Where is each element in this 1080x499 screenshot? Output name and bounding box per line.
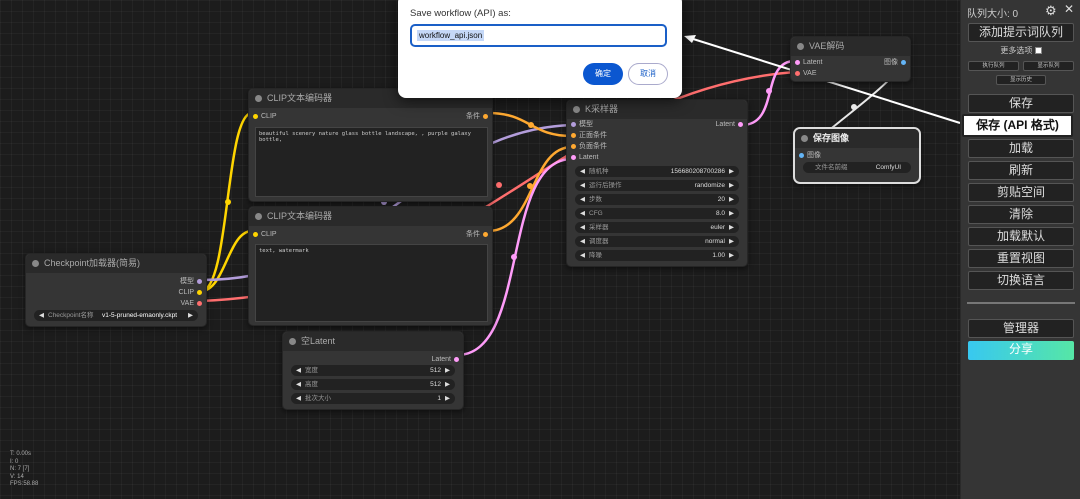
input-negative-pin[interactable] — [571, 144, 576, 149]
gear-icon[interactable]: ⚙ — [1045, 3, 1057, 19]
vae-decode-node[interactable]: VAE解码 Latent 图像 VAE — [790, 36, 911, 82]
input-model-pin[interactable] — [571, 122, 576, 127]
scheduler-widget[interactable]: ◀ 调度器 normal ▶ — [575, 236, 739, 247]
filename-input[interactable]: workflow_api.json — [410, 24, 667, 47]
seed-widget[interactable]: ◀ 随机种 156680208700286 ▶ — [575, 166, 739, 177]
switch-language-button[interactable]: 切换语言 — [968, 271, 1074, 290]
input-positive-pin[interactable] — [571, 133, 576, 138]
width-widget[interactable]: ◀ 宽度 512 ▶ — [291, 365, 455, 376]
clip-text-encode-positive[interactable]: CLIP文本编码器 CLIP 条件 beautiful scenery natu… — [248, 88, 493, 202]
clip-text-encode-negative[interactable]: CLIP文本编码器 CLIP 条件 text, watermark — [248, 206, 493, 326]
ok-button[interactable]: 确定 — [583, 63, 623, 85]
input-latent-pin[interactable] — [795, 60, 800, 65]
view-queue-alt-button[interactable]: 显示队列 — [1023, 61, 1074, 71]
arrow-left-icon[interactable]: ◀ — [39, 310, 44, 321]
history-button[interactable]: 显示历史 — [996, 75, 1046, 85]
empty-latent-node[interactable]: 空Latent Latent ◀ 宽度 512 ▶ ◀ 高度 512 ▶ ◀ 批次大小 1 ▶ — [282, 331, 464, 410]
input-clip-pin[interactable] — [253, 114, 258, 119]
queue-size-label: 队列大小: 0 — [967, 9, 1019, 20]
extra-options-row: 更多选项 — [961, 45, 1080, 56]
node-title: K采样器 — [567, 100, 747, 119]
save-api-button[interactable]: 保存 (API 格式) — [962, 114, 1073, 137]
sampler-widget[interactable]: ◀ 采样器 euler ▶ — [575, 222, 739, 233]
menu-divider — [967, 302, 1075, 304]
output-model-pin[interactable] — [197, 279, 202, 284]
node-title: CLIP文本编码器 — [249, 207, 492, 226]
prompt-textarea[interactable]: beautiful scenery nature glass bottle la… — [255, 127, 488, 197]
output-clip-label: CLIP — [178, 289, 194, 296]
render-stats: T: 0.00s I: 0 N: 7 [7] V: 14 FPS:58.88 — [10, 451, 39, 487]
wire-clip-neg — [200, 229, 253, 293]
comfy-menu: 队列大小: 0 ⚙ ✕ 添加提示词队列 更多选项 执行队列 显示队列 显示历史 … — [960, 0, 1080, 499]
queue-prompt-button[interactable]: 添加提示词队列 — [968, 23, 1074, 42]
output-model-label: 模型 — [180, 278, 194, 285]
clear-button[interactable]: 清除 — [968, 205, 1074, 224]
save-button[interactable]: 保存 — [968, 94, 1074, 113]
output-clip-pin[interactable] — [197, 290, 202, 295]
steps-widget[interactable]: ◀ 步数 20 ▶ — [575, 194, 739, 205]
input-image-pin[interactable] — [799, 153, 804, 158]
arrow-right-icon[interactable]: ▶ — [188, 310, 193, 321]
denoise-widget[interactable]: ◀ 降噪 1.00 ▶ — [575, 250, 739, 261]
prompt-textarea[interactable]: text, watermark — [255, 244, 488, 322]
input-clip-label: CLIP — [261, 113, 277, 120]
refresh-button[interactable]: 刷新 — [968, 161, 1074, 180]
clipspace-button[interactable]: 剪贴空间 — [968, 183, 1074, 202]
manager-button[interactable]: 管理器 — [968, 319, 1074, 338]
input-clip-pin[interactable] — [253, 232, 258, 237]
close-icon[interactable]: ✕ — [1064, 2, 1074, 16]
reset-view-button[interactable]: 重置视图 — [968, 249, 1074, 268]
output-cond-pin[interactable] — [483, 232, 488, 237]
cfg-widget[interactable]: ◀ CFG 8.0 ▶ — [575, 208, 739, 219]
checkpoint-loader-node[interactable]: Checkpoint加载器(简易) 模型 CLIP VAE ◀ Checkpoi… — [25, 253, 207, 327]
filename-prefix-widget[interactable]: 文件名前缀 ComfyUI — [803, 162, 911, 173]
save-image-node[interactable]: 保存图像 图像 文件名前缀 ComfyUI — [793, 127, 921, 184]
load-button[interactable]: 加载 — [968, 139, 1074, 158]
output-latent-pin[interactable] — [738, 122, 743, 127]
output-latent-label: Latent — [431, 356, 451, 363]
control-after-widget[interactable]: ◀ 运行后操作 randomize ▶ — [575, 180, 739, 191]
node-title: Checkpoint加载器(简易) — [26, 254, 206, 273]
ksampler-node[interactable]: K采样器 模型 Latent 正面条件 负面条件 Latent ◀ 随机种 1566… — [566, 99, 748, 267]
view-queue-button[interactable]: 执行队列 — [968, 61, 1019, 71]
node-title: 空Latent — [283, 332, 463, 351]
save-workflow-dialog: Save workflow (API) as: workflow_api.jso… — [398, 0, 682, 98]
input-clip-label: CLIP — [261, 231, 277, 238]
extra-options-checkbox[interactable] — [1034, 47, 1042, 55]
dialog-message: Save workflow (API) as: — [410, 8, 511, 19]
output-cond-pin[interactable] — [483, 114, 488, 119]
ckpt-name-widget[interactable]: ◀ Checkpoint名称 v1-5-pruned-emaonly.ckpt … — [34, 310, 198, 321]
input-vae-pin[interactable] — [795, 71, 800, 76]
input-latent-pin[interactable] — [571, 155, 576, 160]
share-button[interactable]: 分享 — [968, 341, 1074, 360]
output-vae-pin[interactable] — [197, 301, 202, 306]
node-title: 保存图像 — [795, 129, 919, 148]
output-vae-label: VAE — [180, 300, 195, 307]
output-latent-pin[interactable] — [454, 357, 459, 362]
output-image-pin[interactable] — [901, 60, 906, 65]
cancel-button[interactable]: 取消 — [628, 63, 668, 85]
output-cond-label: 条件 — [466, 113, 480, 120]
load-default-button[interactable]: 加载默认 — [968, 227, 1074, 246]
height-widget[interactable]: ◀ 高度 512 ▶ — [291, 379, 455, 390]
batch-size-widget[interactable]: ◀ 批次大小 1 ▶ — [291, 393, 455, 404]
output-cond-label: 条件 — [466, 231, 480, 238]
node-title: VAE解码 — [791, 37, 910, 56]
